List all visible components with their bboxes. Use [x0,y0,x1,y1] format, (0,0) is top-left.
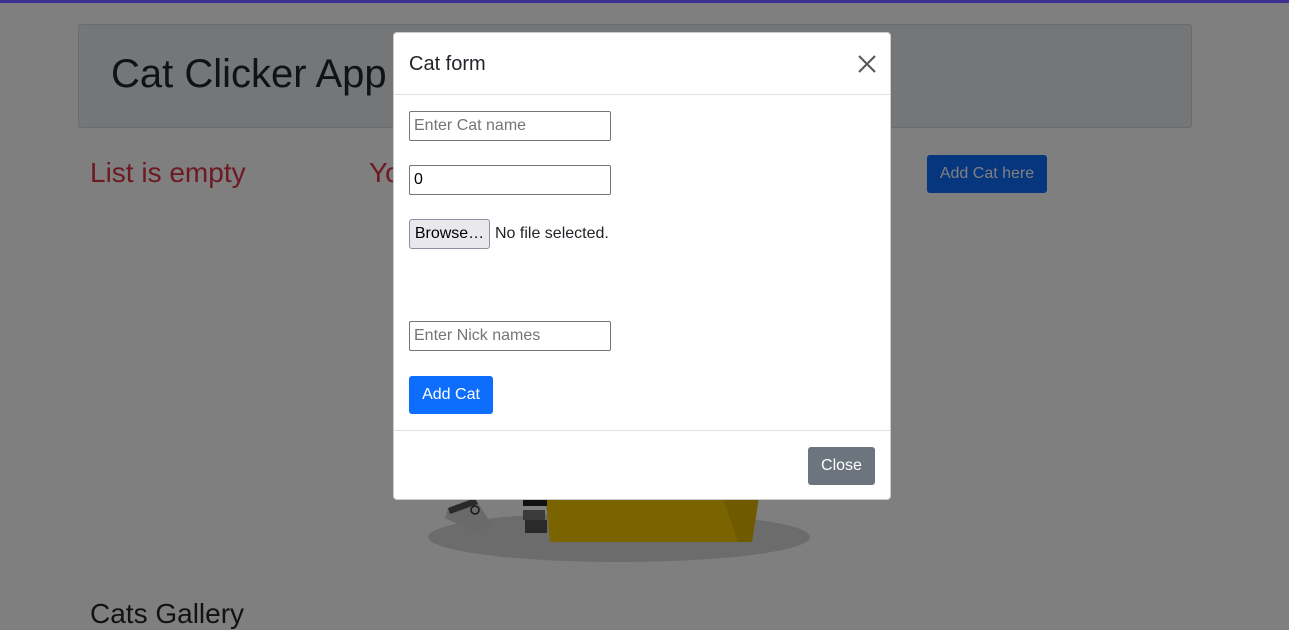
browse-file-button[interactable]: Browse… [409,219,490,249]
cat-name-input[interactable] [409,111,611,141]
modal-footer: Close [394,430,890,499]
nick-names-input[interactable] [409,321,611,351]
clicks-input[interactable] [409,165,611,195]
close-button[interactable]: Close [808,447,875,485]
add-cat-button[interactable]: Add Cat [409,376,493,414]
close-icon [858,55,876,73]
modal-title: Cat form [409,53,486,75]
modal-header: Cat form [394,33,890,95]
cat-form-modal: Cat form Browse… No file selected. Add C… [393,32,891,500]
close-x-button[interactable] [856,53,878,75]
file-status-text: No file selected. [495,225,609,242]
